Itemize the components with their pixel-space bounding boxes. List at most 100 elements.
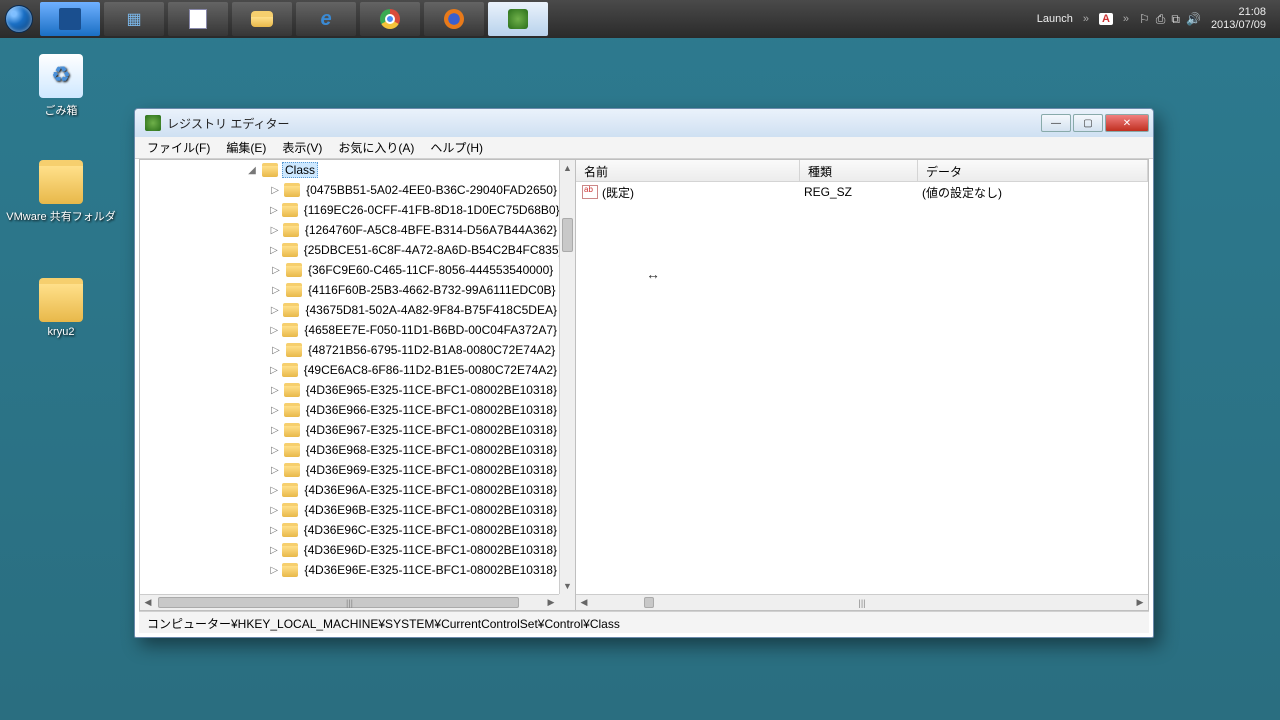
tree-node-class[interactable]: ◢ Class [140, 160, 559, 180]
tree-node[interactable]: ▷{4D36E96E-E325-11CE-BFC1-08002BE10318} [140, 560, 559, 580]
expand-icon[interactable]: ▷ [270, 305, 279, 316]
expand-icon[interactable]: ▷ [270, 565, 278, 576]
menu-edit[interactable]: 編集(E) [218, 137, 274, 158]
tree-node[interactable]: ▷{0475BB51-5A02-4EE0-B36C-29040FAD2650} [140, 180, 559, 200]
close-button[interactable]: ✕ [1105, 114, 1149, 132]
expand-icon[interactable]: ▷ [270, 405, 280, 416]
taskbar: ▦ e Launch » A » ⚐ ⎙ ⧉ 🔊 21:08 2013/07/0… [0, 0, 1280, 38]
value-row-default[interactable]: (既定) REG_SZ (値の設定なし) [576, 182, 1148, 202]
expand-icon[interactable]: ▷ [270, 545, 278, 556]
menu-file[interactable]: ファイル(F) [139, 137, 218, 158]
tree-node[interactable]: ▷{4658EE7E-F050-11D1-B6BD-00C04FA372A7} [140, 320, 559, 340]
desktop-vmware-folder[interactable]: VMware 共有フォルダ [6, 160, 116, 224]
tree-node[interactable]: ▷{4D36E968-E325-11CE-BFC1-08002BE10318} [140, 440, 559, 460]
collapse-icon[interactable]: ◢ [246, 165, 258, 176]
scroll-right-icon[interactable]: ▶ [543, 595, 559, 610]
taskbar-app-1[interactable] [40, 2, 100, 36]
taskbar-app-explorer[interactable] [232, 2, 292, 36]
launch-label[interactable]: Launch [1037, 13, 1073, 25]
folder-icon [283, 303, 299, 317]
scroll-left-icon[interactable]: ◀ [140, 595, 156, 610]
tree-node[interactable]: ▷{43675D81-502A-4A82-9F84-B75F418C5DEA} [140, 300, 559, 320]
system-tray: Launch » A » ⚐ ⎙ ⧉ 🔊 21:08 2013/07/09 [1029, 6, 1280, 32]
tree-label: {4D36E966-E325-11CE-BFC1-08002BE10318} [304, 403, 559, 417]
clock-time: 21:08 [1211, 6, 1266, 19]
tree-node[interactable]: ▷{4D36E969-E325-11CE-BFC1-08002BE10318} [140, 460, 559, 480]
desktop-kryu2-folder[interactable]: kryu2 [6, 278, 116, 338]
tree-node[interactable]: ▷{25DBCE51-6C8F-4A72-8A6D-B54C2B4FC835} [140, 240, 559, 260]
expand-icon[interactable]: ▷ [270, 185, 280, 196]
tree-label: Class [282, 162, 318, 178]
scroll-down-icon[interactable]: ▼ [560, 578, 575, 594]
tree-node[interactable]: ▷{4D36E96C-E325-11CE-BFC1-08002BE10318} [140, 520, 559, 540]
tree-node[interactable]: ▷{4D36E96D-E325-11CE-BFC1-08002BE10318} [140, 540, 559, 560]
expand-icon[interactable]: ▷ [270, 265, 282, 276]
tree-node[interactable]: ▷{49CE6AC8-6F86-11D2-B1E5-0080C72E74A2} [140, 360, 559, 380]
expand-icon[interactable]: ▷ [270, 325, 278, 336]
scroll-right-icon[interactable]: ▶ [1132, 595, 1148, 610]
expand-icon[interactable]: ▷ [270, 245, 278, 256]
menu-favorites[interactable]: お気に入り(A) [330, 137, 422, 158]
tree-hscrollbar[interactable]: ◀ ||| ▶ [140, 594, 559, 610]
col-name[interactable]: 名前 [576, 160, 800, 181]
expand-icon[interactable]: ▷ [270, 505, 278, 516]
expand-icon[interactable]: ▷ [270, 465, 280, 476]
tree-node[interactable]: ▷{1169EC26-0CFF-41FB-8D18-1D0EC75D68B0} [140, 200, 559, 220]
expand-icon[interactable]: ▷ [270, 225, 279, 236]
scroll-up-icon[interactable]: ▲ [560, 160, 575, 176]
taskbar-app-regedit[interactable] [488, 2, 548, 36]
clock[interactable]: 21:08 2013/07/09 [1211, 6, 1272, 32]
taskbar-app-ie[interactable]: e [296, 2, 356, 36]
maximize-button[interactable]: ▢ [1073, 114, 1103, 132]
tree-node[interactable]: ▷{36FC9E60-C465-11CF-8056-444553540000} [140, 260, 559, 280]
tree-node[interactable]: ▷ {4D36E96A-E325-11CE-BFC1-08002BE10318} [140, 480, 559, 500]
tree-node[interactable]: ▷ {4D36E966-E325-11CE-BFC1-08002BE10318} [140, 400, 559, 420]
menu-help[interactable]: ヘルプ(H) [422, 137, 491, 158]
tray-device-icon[interactable]: ⎙ [1156, 12, 1166, 27]
menubar: ファイル(F) 編集(E) 表示(V) お気に入り(A) ヘルプ(H) [135, 137, 1153, 159]
expand-icon[interactable]: ▷ [270, 445, 280, 456]
expand-icon[interactable]: ▷ [270, 525, 278, 536]
tray-volume-icon[interactable]: 🔊 [1186, 12, 1201, 26]
folder-icon [282, 203, 298, 217]
tree-label: {4D36E96A-E325-11CE-BFC1-08002BE10318} [302, 483, 559, 497]
expand-icon[interactable]: ▷ [270, 425, 280, 436]
desktop-recycle-bin[interactable]: ごみ箱 [6, 54, 116, 118]
list-header: 名前 種類 データ [576, 160, 1148, 182]
regedit-window: レジストリ エディター — ▢ ✕ ファイル(F) 編集(E) 表示(V) お気… [134, 108, 1154, 638]
menu-view[interactable]: 表示(V) [274, 137, 330, 158]
expand-icon[interactable]: ▷ [270, 285, 282, 296]
values-pane: 名前 種類 データ (既定) REG_SZ (値の設定なし) ↔ ◀ ||| ▶ [576, 160, 1148, 610]
tree-node[interactable]: ▷{4D36E967-E325-11CE-BFC1-08002BE10318} [140, 420, 559, 440]
expand-icon[interactable]: ▷ [270, 385, 280, 396]
col-type[interactable]: 種類 [800, 160, 918, 181]
col-data[interactable]: データ [918, 160, 1148, 181]
tree-node[interactable]: ▷{48721B56-6795-11D2-B1A8-0080C72E74A2} [140, 340, 559, 360]
expand-icon[interactable]: ▷ [270, 205, 278, 216]
tree-node[interactable]: ▷{4116F60B-25B3-4662-B732-99A6111EDC0B} [140, 280, 559, 300]
taskbar-app-notepad[interactable] [168, 2, 228, 36]
taskbar-app-firefox[interactable] [424, 2, 484, 36]
expand-icon[interactable]: ▷ [270, 365, 278, 376]
scroll-thumb[interactable] [562, 218, 573, 252]
minimize-button[interactable]: — [1041, 114, 1071, 132]
taskbar-app-chrome[interactable] [360, 2, 420, 36]
tray-flag-icon[interactable]: ⚐ [1139, 12, 1150, 26]
tree-node[interactable]: ▷{1264760F-A5C8-4BFE-B314-D56A7B44A362} [140, 220, 559, 240]
window-title: レジストリ エディター [167, 115, 1039, 132]
tree-vscrollbar[interactable]: ▲ ▼ [559, 160, 575, 594]
folder-icon [284, 463, 300, 477]
start-button[interactable] [0, 0, 38, 38]
tree-node[interactable]: ▷{4D36E965-E325-11CE-BFC1-08002BE10318} [140, 380, 559, 400]
tree-node[interactable]: ▷{4D36E96B-E325-11CE-BFC1-08002BE10318} [140, 500, 559, 520]
adobe-tray-icon[interactable]: A [1099, 13, 1113, 25]
scroll-left-icon[interactable]: ◀ [576, 595, 592, 610]
expand-icon[interactable]: ▷ [270, 485, 278, 496]
scroll-thumb[interactable] [644, 597, 654, 608]
tray-network-icon[interactable]: ⧉ [1171, 12, 1180, 27]
expand-icon[interactable]: ▷ [270, 345, 282, 356]
scroll-thumb[interactable] [158, 597, 519, 608]
titlebar[interactable]: レジストリ エディター — ▢ ✕ [135, 109, 1153, 137]
taskbar-app-2[interactable]: ▦ [104, 2, 164, 36]
list-hscrollbar[interactable]: ◀ ||| ▶ [576, 594, 1148, 610]
